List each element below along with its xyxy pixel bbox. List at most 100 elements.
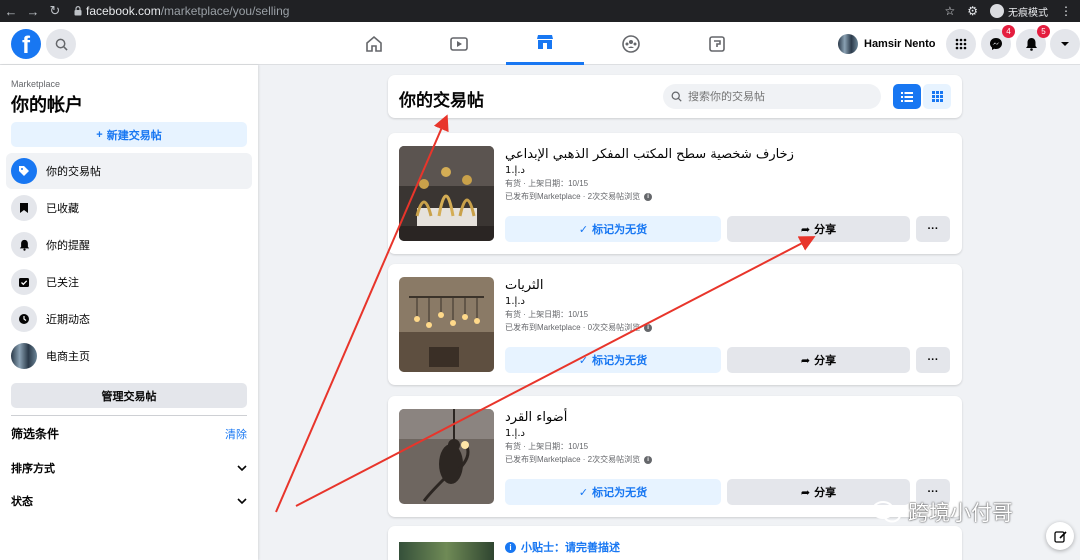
grid-view-button[interactable] <box>923 84 951 109</box>
sidebar-item-alerts[interactable]: 你的提醒 <box>6 227 252 263</box>
listing-card: الثريات د.إ.1 有货 · 上架日期：10/15 已发布到Market… <box>388 264 962 385</box>
browser-menu-icon[interactable]: ⋮ <box>1060 4 1072 18</box>
nav-gaming[interactable] <box>678 22 756 65</box>
mark-label: 标记为无货 <box>592 487 648 499</box>
share-icon: ➦ <box>800 354 811 367</box>
listing-title[interactable]: زخارف شخصية سطح المكتب المفكر الذهبي الإ… <box>505 147 794 162</box>
sidebar-item-recent-activity[interactable]: 近期动态 <box>6 301 252 337</box>
menu-button[interactable] <box>946 29 976 59</box>
share-button[interactable]: ➦ 分享 <box>727 216 910 242</box>
check-icon: ✓ <box>578 354 589 367</box>
browser-toolbar: ← → ↻ facebook.com/marketplace/you/selli… <box>0 0 1080 22</box>
listing-title[interactable]: الثريات <box>505 278 544 293</box>
messenger-button[interactable]: 4 <box>981 25 1015 59</box>
shop-avatar-icon <box>11 343 37 369</box>
info-icon[interactable]: i <box>644 192 653 201</box>
account-button[interactable] <box>1050 29 1080 59</box>
url-path: /marketplace/you/selling <box>160 4 290 18</box>
avatar <box>838 34 858 54</box>
listing-image-thinker-figurines[interactable] <box>399 146 494 241</box>
messenger-icon <box>990 38 1002 50</box>
list-view-button[interactable] <box>893 84 921 109</box>
facebook-header: f Hamsir Nento 4 5 <box>0 22 1080 65</box>
sort-label: 排序方式 <box>11 463 55 475</box>
calendar-check-icon <box>11 269 37 295</box>
listing-stats-text: 已发布到Marketplace · 2次交易帖浏览 <box>505 192 641 201</box>
info-icon[interactable]: i <box>644 323 653 332</box>
notifications-button[interactable]: 5 <box>1016 25 1050 59</box>
clear-filters-link[interactable]: 清除 <box>225 426 247 442</box>
check-icon: ✓ <box>578 223 589 236</box>
address-bar[interactable]: facebook.com/marketplace/you/selling <box>86 0 289 22</box>
listing-card: زخارف شخصية سطح المكتب المفكر الذهبي الإ… <box>388 133 962 254</box>
nav-groups[interactable] <box>592 22 670 65</box>
sidebar-item-label: 电商主页 <box>46 351 90 363</box>
forward-icon[interactable]: → <box>22 4 44 19</box>
listing-image-monkey-lamp[interactable] <box>399 409 494 504</box>
divider <box>11 415 247 416</box>
clock-icon <box>11 306 37 332</box>
reload-icon[interactable]: ↻ <box>44 3 66 19</box>
sidebar-item-label: 你的提醒 <box>46 240 90 252</box>
sidebar-item-following[interactable]: 已关注 <box>6 264 252 300</box>
incognito-indicator[interactable]: 无痕模式 <box>990 4 1048 19</box>
search-box[interactable] <box>663 84 881 109</box>
listing-stats: 已发布到Marketplace · 2次交易帖浏览 i <box>505 454 653 465</box>
sidebar-title: 你的帐户 <box>11 95 83 115</box>
incognito-label: 无痕模式 <box>1008 7 1048 19</box>
filters-title: 筛选条件 <box>11 427 60 441</box>
breadcrumb[interactable]: Marketplace <box>11 79 60 89</box>
watermark: 跨境小付哥 <box>872 497 1013 527</box>
sidebar-item-label: 已关注 <box>46 277 79 289</box>
search-icon <box>55 38 68 51</box>
new-listing-button[interactable]: + 新建交易帖 <box>11 122 247 147</box>
listing-title[interactable]: أضواء القرد <box>505 410 567 425</box>
mark-label: 标记为无货 <box>592 224 648 236</box>
listing-image-chandelier[interactable] <box>399 277 494 372</box>
status-filter[interactable]: 状态 <box>11 491 247 511</box>
compose-button[interactable] <box>1046 522 1074 550</box>
info-icon: i <box>505 541 516 553</box>
listing-stats: 已发布到Marketplace · 2次交易帖浏览 i <box>505 191 653 202</box>
sidebar-item-saved[interactable]: 已收藏 <box>6 190 252 226</box>
info-icon[interactable]: i <box>644 455 653 464</box>
wechat-icon <box>872 501 901 523</box>
profile-chip[interactable]: Hamsir Nento <box>838 31 936 57</box>
nav-watch[interactable] <box>420 22 498 65</box>
listing-price: د.إ.1 <box>505 428 525 439</box>
extensions-icon[interactable]: ⚙ <box>967 4 978 18</box>
sort-filter[interactable]: 排序方式 <box>11 458 247 478</box>
listing-stats-text: 已发布到Marketplace · 2次交易帖浏览 <box>505 455 641 464</box>
check-icon: ✓ <box>578 486 589 499</box>
manage-listings-button[interactable]: 管理交易帖 <box>11 383 247 408</box>
notifications-badge: 5 <box>1037 25 1050 38</box>
sidebar-item-your-listings[interactable]: 你的交易帖 <box>6 153 252 189</box>
bookmark-icon <box>11 195 37 221</box>
incognito-icon <box>990 4 1004 18</box>
mark-out-of-stock-button[interactable]: ✓ 标记为无货 <box>505 347 721 373</box>
messenger-badge: 4 <box>1002 25 1015 38</box>
search-input[interactable] <box>688 90 868 103</box>
back-icon[interactable]: ← <box>0 4 22 19</box>
gaming-icon <box>709 35 725 52</box>
share-button[interactable]: ➦ 分享 <box>727 347 910 373</box>
more-options-button[interactable]: ··· <box>916 347 950 373</box>
listing-stats-text: 已发布到Marketplace · 0次交易帖浏览 <box>505 323 641 332</box>
tip-banner[interactable]: i 小贴士：请完善描述 <box>505 539 620 555</box>
sidebar-item-shop[interactable]: 电商主页 <box>6 338 252 374</box>
listing-price: د.إ.1 <box>505 165 525 176</box>
video-icon <box>450 36 468 51</box>
facebook-logo-icon[interactable]: f <box>11 29 41 59</box>
sidebar-item-label: 近期动态 <box>46 314 90 326</box>
star-icon[interactable]: ☆ <box>944 4 955 18</box>
nav-home[interactable] <box>335 22 413 65</box>
tip-label: 小贴士：请完善描述 <box>521 542 620 554</box>
chevron-down-icon <box>237 497 247 504</box>
more-options-button[interactable]: ··· <box>916 216 950 242</box>
mark-out-of-stock-button[interactable]: ✓ 标记为无货 <box>505 479 721 505</box>
nav-marketplace[interactable] <box>506 22 584 65</box>
search-button[interactable] <box>46 29 76 59</box>
listing-image-partial[interactable] <box>399 542 494 560</box>
share-icon: ➦ <box>800 223 811 236</box>
mark-out-of-stock-button[interactable]: ✓ 标记为无货 <box>505 216 721 242</box>
